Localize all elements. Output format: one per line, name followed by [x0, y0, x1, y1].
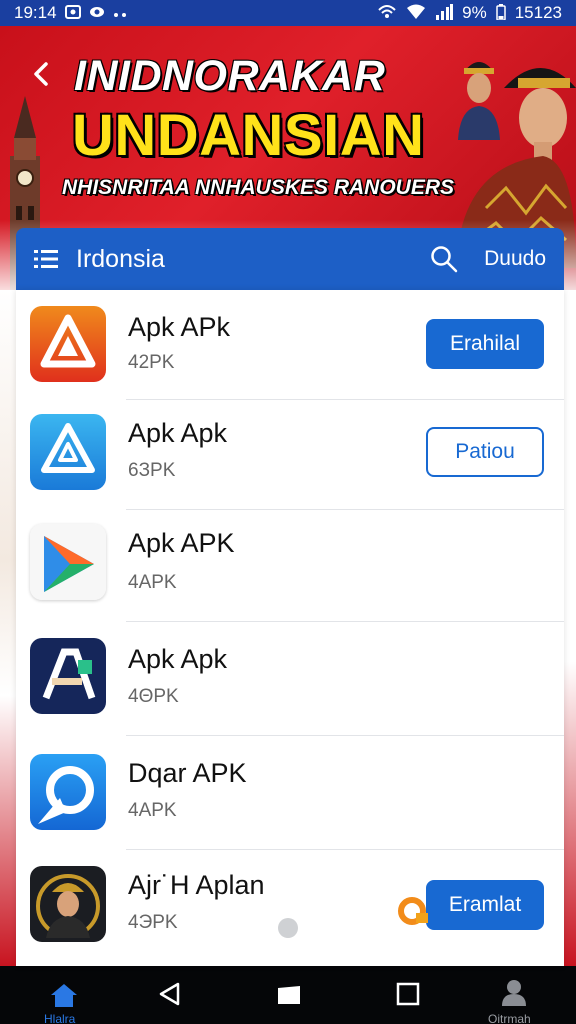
- list-item[interactable]: Dqar APK 4APK: [16, 736, 564, 850]
- app-size: 6ЗPK: [128, 460, 176, 481]
- square-nav-button[interactable]: [388, 966, 428, 1024]
- square-icon: [396, 982, 420, 1006]
- install-button[interactable]: Eramlat: [426, 880, 544, 930]
- overview-icon: [278, 986, 300, 1004]
- app-bar-title: Irdonsia: [76, 244, 165, 273]
- play-triangle-icon: [30, 524, 106, 600]
- banner-subtitle: NHISNRITAA NNHAUSKES RANOUERS: [62, 176, 455, 199]
- app-name: Apk APk: [128, 312, 231, 342]
- banner-headline: INIDNORAKAR: [74, 52, 386, 100]
- install-button[interactable]: Erahilal: [426, 319, 544, 369]
- photo-icon: [64, 4, 81, 23]
- status-bar: 19:14 9% 15123: [0, 0, 576, 26]
- app-size: 42PK: [128, 352, 175, 373]
- right-edge-decoration: [564, 290, 576, 966]
- left-edge-decoration: [0, 290, 16, 966]
- home-label: Hlalra: [44, 1012, 76, 1024]
- back-triangle-icon: [159, 982, 180, 1006]
- home-icon: [51, 984, 77, 1007]
- battery-icon: [495, 3, 506, 23]
- chevron-left-icon: [34, 62, 48, 86]
- list-item[interactable]: Apk APk 42PK Erahilal: [16, 290, 564, 400]
- app-size: 4ΘPK: [128, 686, 179, 707]
- blue-apk-icon: [30, 414, 106, 490]
- profile-icon: [502, 980, 526, 1006]
- back-nav-button[interactable]: [150, 966, 190, 1024]
- hotspot-icon: [377, 4, 397, 23]
- letter-a-icon: [30, 638, 106, 714]
- signal-icon: [435, 3, 454, 23]
- list-item[interactable]: Apk Apk 6ЗPK Patiou: [16, 400, 564, 510]
- app-name: Apk Apk: [128, 644, 228, 674]
- app-list: Apk APk 42PK Erahilal Apk Apk 6ЗPK Patio…: [16, 290, 564, 966]
- open-button[interactable]: Patiou: [426, 427, 544, 477]
- red-apk-icon: [30, 306, 106, 382]
- profile-nav-button[interactable]: Oitrmah: [484, 966, 544, 1024]
- app-name: Apk APK: [128, 528, 235, 558]
- app-bar: Irdonsia Duudo: [16, 228, 564, 290]
- banner-title: UNDANSIAN: [72, 103, 425, 168]
- app-bar-action[interactable]: Duudo: [484, 247, 546, 271]
- orange-ring-icon: [398, 897, 428, 925]
- app-name: Ajr˙H Aplan: [128, 870, 265, 900]
- list-item[interactable]: Ajr˙H Aplan 4ЭPK Eramlat: [16, 850, 564, 966]
- more-dots-icon: [113, 5, 129, 21]
- wifi-icon: [406, 4, 426, 23]
- status-clock-right: 15123: [514, 3, 562, 22]
- circle-arrow-icon: [30, 754, 106, 830]
- list-item[interactable]: Apk APK 4APK: [16, 510, 564, 622]
- status-time: 19:14: [14, 3, 57, 22]
- scroll-indicator: [278, 918, 298, 938]
- back-button[interactable]: [26, 58, 58, 90]
- navigation-bar: Hlalra Oitrmah: [0, 966, 576, 1024]
- home-nav-button[interactable]: Hlalra: [34, 966, 94, 1024]
- list-menu-icon[interactable]: [34, 249, 58, 269]
- profile-label: Oitrmah: [488, 1012, 531, 1024]
- portrait-icon: [30, 866, 106, 942]
- record-icon: [89, 4, 105, 23]
- list-item[interactable]: Apk Apk 4ΘPK: [16, 622, 564, 736]
- recents-nav-button[interactable]: [266, 966, 310, 1024]
- app-name: Dqar APK: [128, 758, 247, 788]
- app-size: 4APK: [128, 572, 177, 593]
- battery-percent: 9%: [462, 3, 487, 22]
- app-size: 4ЭPK: [128, 912, 178, 933]
- app-name: Apk Apk: [128, 418, 228, 448]
- search-icon[interactable]: [430, 245, 458, 273]
- app-size: 4APK: [128, 800, 177, 821]
